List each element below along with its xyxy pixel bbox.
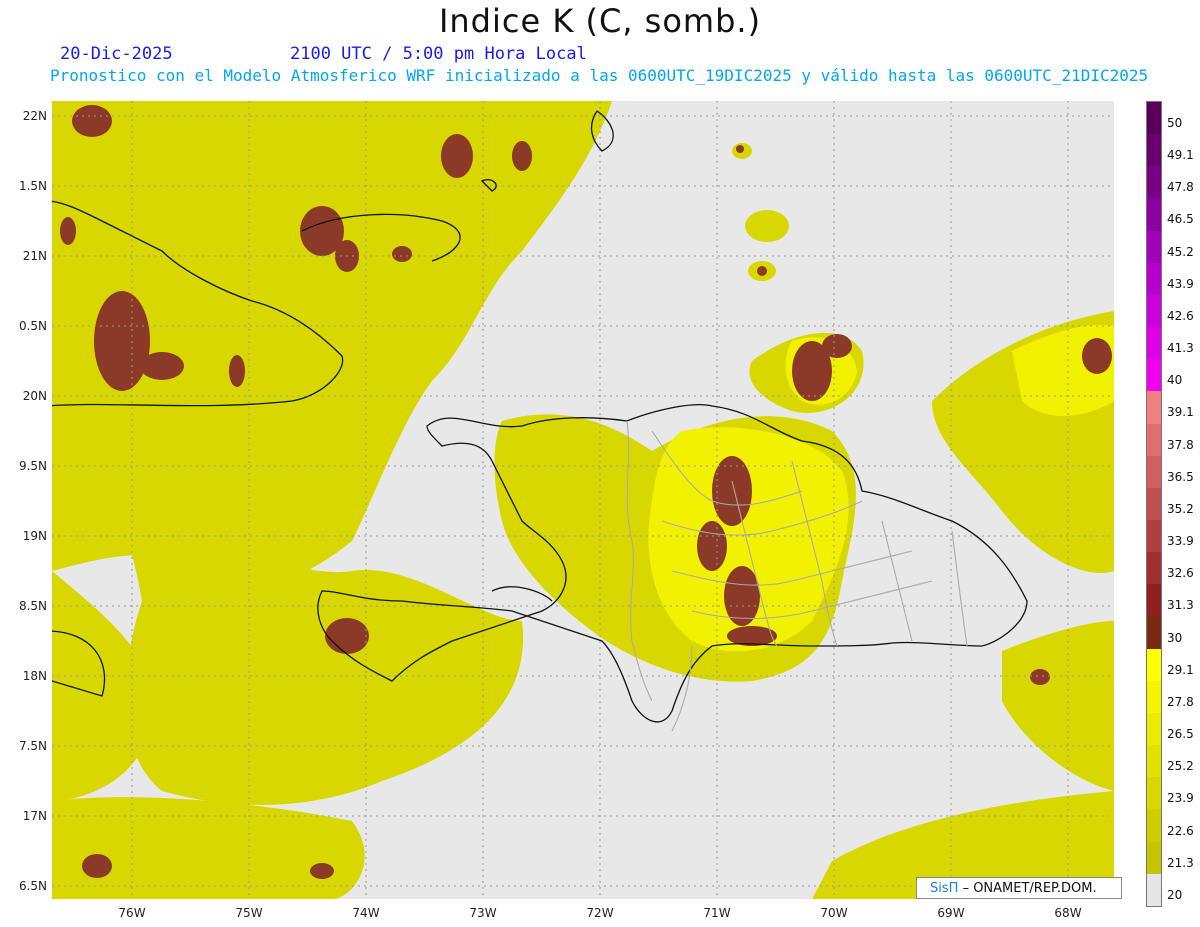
colorbar-segment (1147, 423, 1161, 456)
forecast-time: 2100 UTC / 5:00 pm Hora Local (290, 44, 587, 64)
colorbar-label: 29.1 (1167, 662, 1194, 677)
lat-label: 22N (22, 109, 47, 123)
credit-text: – ONAMET/REP.DOM. (962, 881, 1097, 896)
lon-label: 74W (352, 906, 380, 920)
colorbar-label: 30 (1167, 630, 1183, 645)
lat-label: 8.5N (18, 599, 47, 613)
lat-label: 20N (22, 389, 47, 403)
colorbar-segment (1147, 262, 1161, 295)
colorbar-segment (1147, 327, 1161, 360)
colorbar-segment (1147, 809, 1161, 842)
colorbar-segment (1147, 552, 1161, 585)
colorbar-label: 47.8 (1167, 180, 1194, 195)
lat-label: 0.5N (18, 319, 47, 333)
colorbar-segment (1147, 359, 1161, 392)
lon-label: 71W (703, 906, 731, 920)
colorbar-label: 25.2 (1167, 759, 1194, 774)
colorbar-segment (1147, 777, 1161, 810)
colorbar-label: 21.3 (1167, 855, 1194, 870)
colorbar-label: 43.9 (1167, 276, 1194, 291)
lon-label: 76W (118, 906, 146, 920)
colorbar-label: 36.5 (1167, 469, 1194, 484)
lat-label: 6.5N (18, 879, 47, 893)
colorbar-label: 42.6 (1167, 308, 1194, 323)
colorbar-segment (1147, 841, 1161, 874)
colorbar-label: 37.8 (1167, 437, 1194, 452)
colorbar-label: 23.9 (1167, 791, 1194, 806)
colorbar-segment (1147, 391, 1161, 424)
colorbar-label: 32.6 (1167, 566, 1194, 581)
colorbar-label: 49.1 (1167, 148, 1194, 163)
colorbar-label: 45.2 (1167, 244, 1194, 259)
map-title: Indice K (C, somb.) (438, 2, 762, 40)
colorbar-segment (1147, 198, 1161, 231)
colorbar-segment (1147, 520, 1161, 553)
lon-label: 69W (937, 906, 965, 920)
forecast-map (52, 101, 1114, 899)
colorbar-segment (1147, 102, 1161, 135)
lon-label: 70W (820, 906, 848, 920)
lon-label: 72W (586, 906, 614, 920)
colorbar-label: 20 (1167, 887, 1183, 902)
lat-label: 17N (22, 809, 47, 823)
lon-label: 68W (1054, 906, 1082, 920)
colorbar-segment (1147, 166, 1161, 199)
colorbar-segment (1147, 873, 1161, 906)
colorbar-label: 35.2 (1167, 501, 1194, 516)
lat-label: 19N (22, 529, 47, 543)
colorbar-label: 22.6 (1167, 823, 1194, 838)
credit-box: SisΠ – ONAMET/REP.DOM. (916, 877, 1122, 899)
colorbar-segment (1147, 487, 1161, 521)
forecast-map-canvas (52, 101, 1114, 899)
colorbar-segment (1147, 712, 1161, 746)
colorbar-label: 41.3 (1167, 341, 1194, 356)
lon-label: 75W (235, 906, 263, 920)
lat-label: 21N (22, 249, 47, 263)
lat-label: 7.5N (18, 739, 47, 753)
k-index-field (52, 101, 1114, 899)
lon-label: 73W (469, 906, 497, 920)
colorbar-segment (1147, 230, 1161, 263)
colorbar-label: 46.5 (1167, 212, 1194, 227)
colorbar-label: 27.8 (1167, 694, 1194, 709)
forecast-date: 20-Dic-2025 (60, 44, 173, 64)
colorbar (1146, 101, 1162, 907)
colorbar-segment (1147, 680, 1161, 713)
colorbar-segment (1147, 745, 1161, 778)
lat-label: 18N (22, 669, 47, 683)
colorbar-segment (1147, 294, 1161, 328)
colorbar-label: 40 (1167, 373, 1183, 388)
forecast-description: Pronostico con el Modelo Atmosferico WRF… (50, 66, 1149, 85)
lat-label: 9.5N (18, 459, 47, 473)
lat-label: 1.5N (18, 179, 47, 193)
colorbar-segment (1147, 134, 1161, 167)
credit-brand: SisΠ (930, 881, 959, 896)
colorbar-label: 31.3 (1167, 598, 1194, 613)
colorbar-label: 33.9 (1167, 534, 1194, 549)
colorbar-label: 39.1 (1167, 405, 1194, 420)
colorbar-segment (1147, 584, 1161, 617)
colorbar-segment (1147, 616, 1161, 649)
colorbar-segment (1147, 455, 1161, 488)
colorbar-label: 26.5 (1167, 727, 1194, 742)
colorbar-label: 50 (1167, 116, 1183, 130)
colorbar-segment (1147, 648, 1161, 681)
